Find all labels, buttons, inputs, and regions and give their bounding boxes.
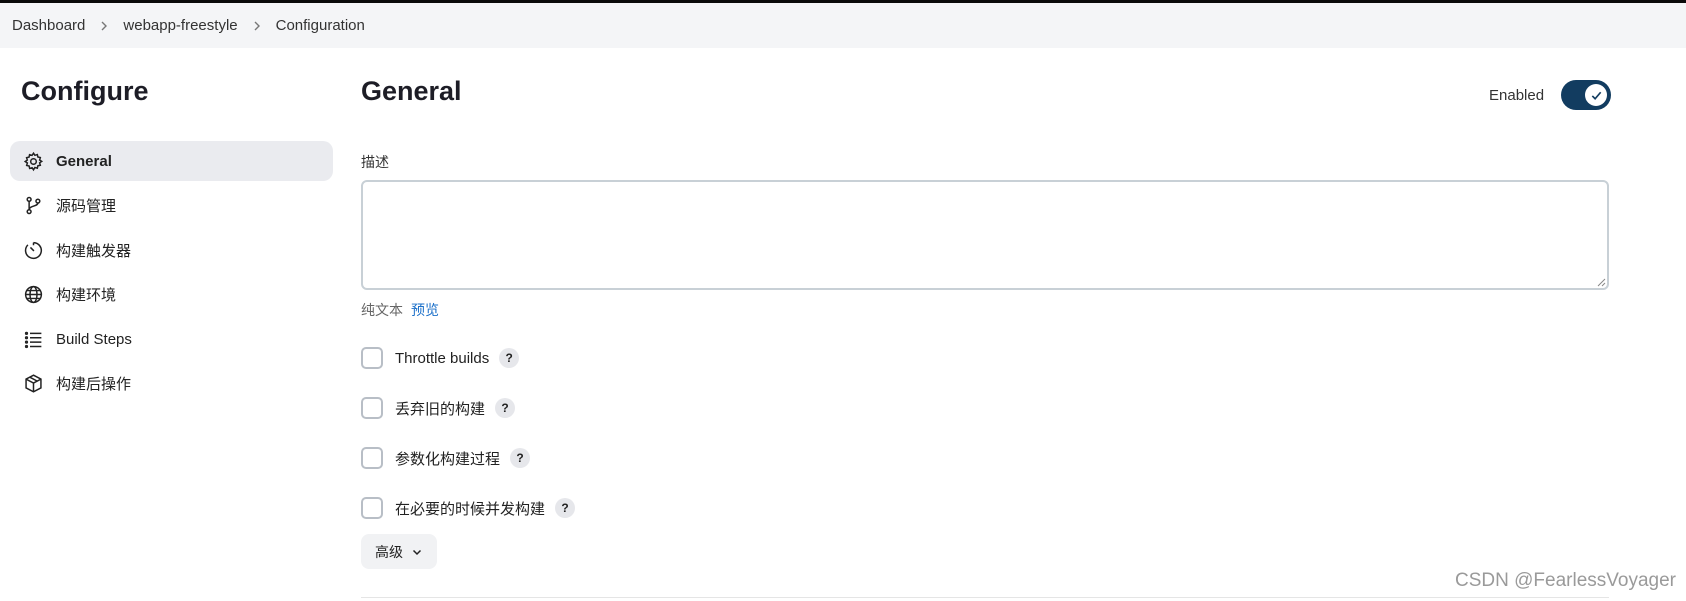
globe-icon bbox=[22, 284, 44, 306]
sidebar-item-scm[interactable]: 源码管理 bbox=[10, 186, 333, 226]
resize-handle-icon[interactable] bbox=[1596, 277, 1606, 287]
sidebar-item-build-steps[interactable]: Build Steps bbox=[10, 319, 333, 359]
help-icon[interactable]: ? bbox=[555, 498, 576, 518]
throttle-builds-checkbox[interactable] bbox=[361, 347, 383, 369]
check-icon bbox=[1591, 91, 1601, 100]
option-label: 在必要的时候并发构建 bbox=[395, 500, 546, 518]
chevron-down-icon bbox=[412, 549, 422, 555]
section-divider bbox=[361, 597, 1609, 598]
help-icon[interactable]: ? bbox=[495, 398, 516, 418]
option-discard-old-builds: 丢弃旧的构建 ? bbox=[361, 397, 516, 419]
option-label: Throttle builds bbox=[395, 349, 490, 367]
option-label: 丢弃旧的构建 bbox=[395, 400, 486, 418]
parameterized-build-checkbox[interactable] bbox=[361, 447, 383, 469]
enabled-label: Enabled bbox=[1489, 86, 1545, 104]
sidebar-item-label: 源码管理 bbox=[56, 198, 117, 216]
git-branch-icon bbox=[22, 195, 44, 217]
breadcrumb: Dashboard webapp-freestyle Configuration bbox=[0, 3, 1686, 48]
description-label: 描述 bbox=[361, 154, 389, 170]
chevron-right-icon bbox=[252, 21, 262, 31]
description-textarea[interactable] bbox=[361, 180, 1609, 290]
format-plain-text: 纯文本 bbox=[361, 302, 403, 318]
concurrent-builds-checkbox[interactable] bbox=[361, 497, 383, 519]
sidebar-title: Configure bbox=[21, 76, 149, 106]
chevron-right-icon bbox=[99, 21, 109, 31]
sidebar-item-label: 构建后操作 bbox=[56, 376, 132, 394]
list-icon bbox=[22, 328, 44, 350]
text-format-row: 纯文本 预览 bbox=[361, 300, 439, 320]
sidebar-item-environment[interactable]: 构建环境 bbox=[10, 275, 333, 315]
sidebar-item-label: General bbox=[56, 152, 112, 170]
breadcrumb-dashboard[interactable]: Dashboard bbox=[12, 17, 85, 34]
watermark: CSDN @FearlessVoyager bbox=[1455, 570, 1676, 591]
package-icon bbox=[22, 373, 44, 395]
advanced-label: 高级 bbox=[375, 543, 403, 560]
option-parameterized-build: 参数化构建过程 ? bbox=[361, 447, 531, 469]
discard-old-builds-checkbox[interactable] bbox=[361, 397, 383, 419]
enabled-control: Enabled bbox=[1489, 80, 1612, 110]
help-icon[interactable]: ? bbox=[499, 348, 520, 368]
sidebar-item-post-build[interactable]: 构建后操作 bbox=[10, 364, 333, 404]
sidebar-item-label: 构建环境 bbox=[56, 287, 117, 305]
enabled-toggle[interactable] bbox=[1561, 80, 1612, 110]
section-title: General bbox=[361, 76, 462, 106]
gear-icon bbox=[22, 150, 44, 172]
sidebar-item-triggers[interactable]: 构建触发器 bbox=[10, 230, 333, 270]
sidebar-item-label: 构建触发器 bbox=[56, 242, 132, 260]
breadcrumb-configuration[interactable]: Configuration bbox=[276, 17, 365, 34]
timer-icon bbox=[22, 239, 44, 261]
option-concurrent-builds: 在必要的时候并发构建 ? bbox=[361, 497, 576, 519]
toggle-knob bbox=[1585, 84, 1608, 106]
breadcrumb-project[interactable]: webapp-freestyle bbox=[123, 17, 237, 34]
advanced-button[interactable]: 高级 bbox=[361, 534, 437, 569]
preview-link[interactable]: 预览 bbox=[411, 300, 439, 320]
help-icon[interactable]: ? bbox=[510, 448, 531, 468]
sidebar-nav: General 源码管理 构建触发器 构建环境 Build Steps 构建后操… bbox=[10, 141, 333, 409]
sidebar-item-general[interactable]: General bbox=[10, 141, 333, 181]
sidebar-item-label: Build Steps bbox=[56, 330, 132, 348]
option-throttle-builds: Throttle builds ? bbox=[361, 347, 520, 369]
option-label: 参数化构建过程 bbox=[395, 450, 501, 468]
